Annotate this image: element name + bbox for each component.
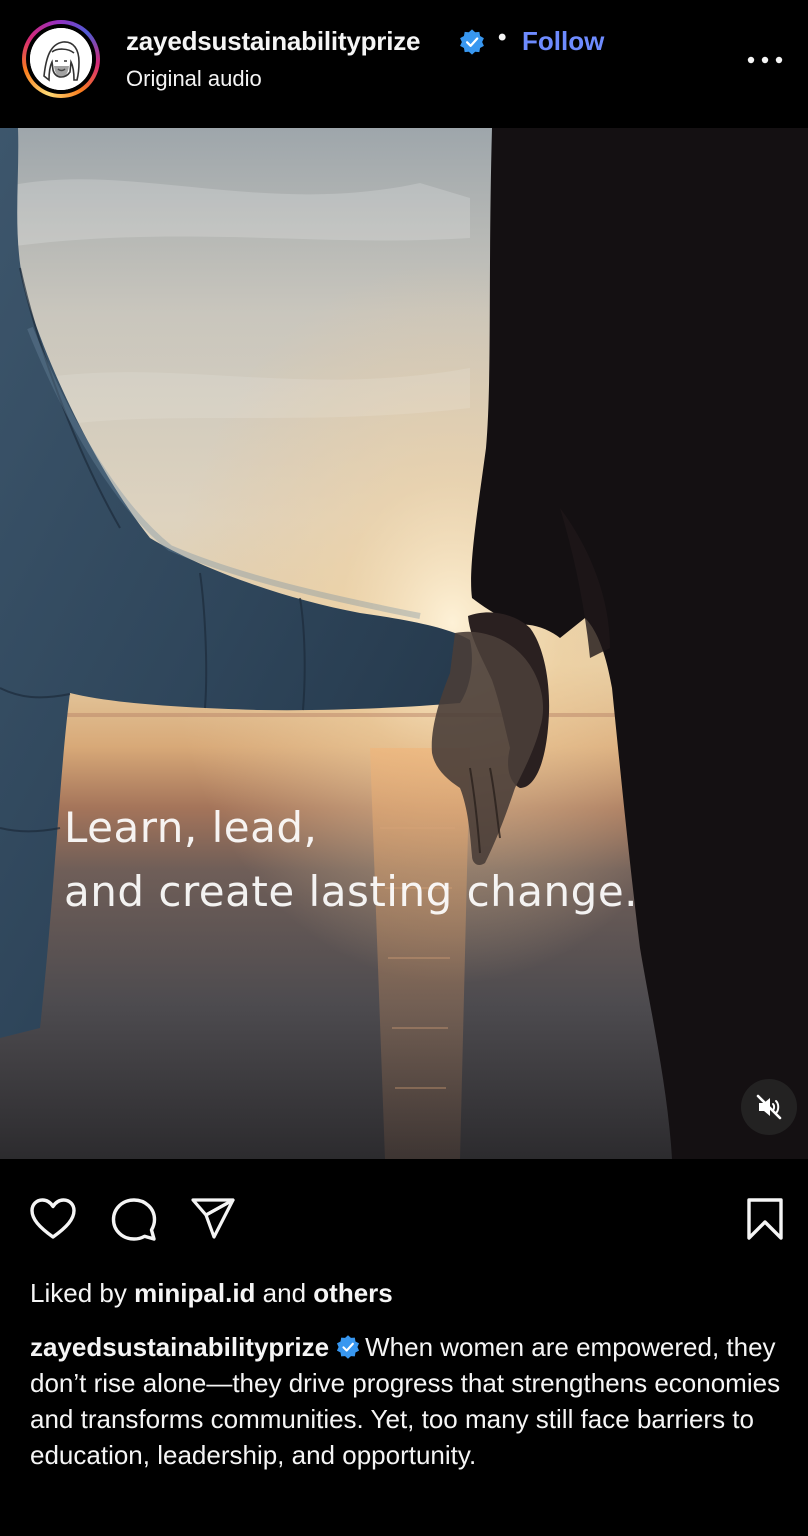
speaker-muted-icon bbox=[756, 1094, 782, 1120]
verified-badge-icon bbox=[460, 29, 484, 55]
likes-others-link[interactable]: others bbox=[313, 1278, 392, 1308]
mute-toggle-button[interactable] bbox=[741, 1079, 797, 1135]
video-overlay-caption: Learn, lead, and create lasting change. bbox=[64, 796, 638, 924]
overlay-line-2: and create lasting change. bbox=[64, 867, 639, 916]
more-horizontal-icon bbox=[747, 56, 783, 64]
portrait-logo-icon bbox=[30, 28, 92, 90]
likes-summary: Liked by minipal.id and others bbox=[30, 1278, 393, 1309]
video-frame-image bbox=[0, 128, 808, 1159]
post-actions-bar bbox=[0, 1159, 808, 1279]
audio-label-link[interactable]: Original audio bbox=[126, 66, 262, 92]
heart-icon[interactable] bbox=[29, 1197, 77, 1241]
story-ring[interactable] bbox=[22, 20, 100, 98]
post-header: zayedsustainabilityprize • Follow Origin… bbox=[0, 0, 808, 128]
likes-prefix: Liked by bbox=[30, 1278, 127, 1308]
avatar[interactable] bbox=[30, 28, 92, 90]
post-video[interactable]: Learn, lead, and create lasting change. bbox=[0, 128, 808, 1159]
header-username[interactable]: zayedsustainabilityprize bbox=[126, 26, 421, 57]
comment-icon[interactable] bbox=[110, 1197, 158, 1243]
follow-button[interactable]: Follow bbox=[522, 26, 604, 57]
liked-by-user-link[interactable]: minipal.id bbox=[134, 1278, 255, 1308]
caption-username[interactable]: zayedsustainabilityprize bbox=[30, 1332, 329, 1362]
post-caption: zayedsustainabilityprize When women are e… bbox=[30, 1329, 792, 1473]
more-options-button[interactable] bbox=[742, 44, 788, 74]
bookmark-icon[interactable] bbox=[746, 1197, 784, 1241]
overlay-line-1: Learn, lead, bbox=[64, 803, 318, 852]
verified-badge-icon bbox=[337, 1335, 360, 1359]
likes-joiner: and bbox=[262, 1278, 307, 1308]
header-separator: • bbox=[498, 24, 507, 51]
paper-plane-icon[interactable] bbox=[190, 1197, 236, 1241]
